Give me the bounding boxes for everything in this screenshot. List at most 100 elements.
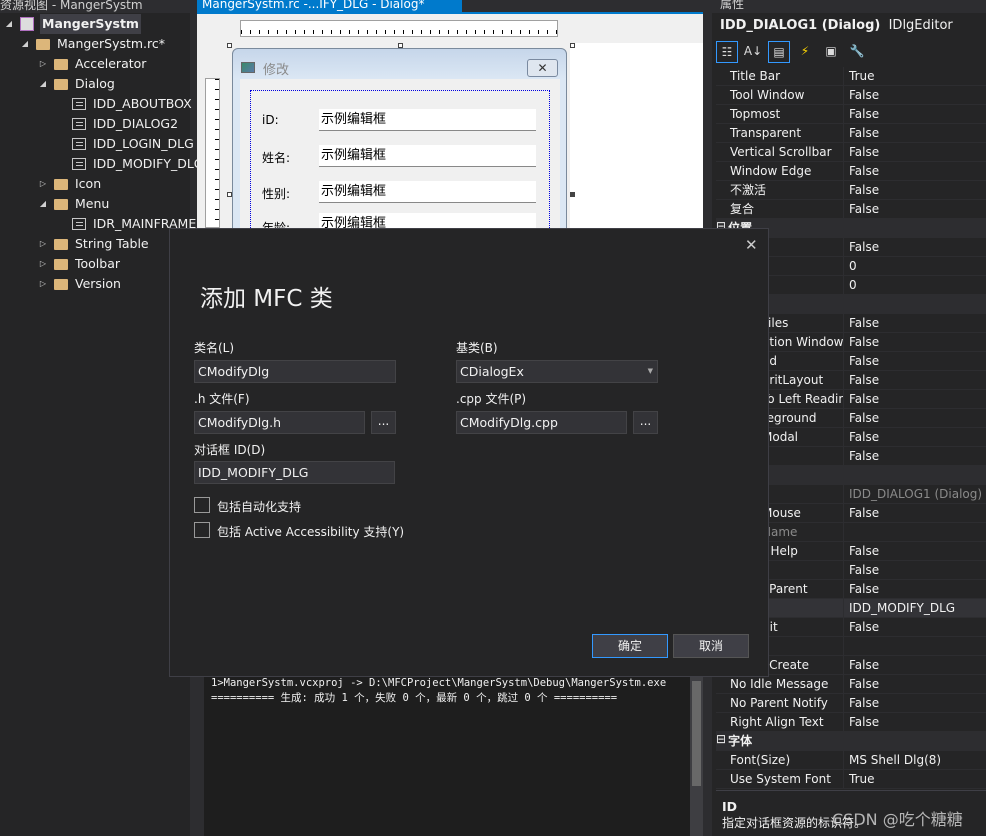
h-file-input[interactable]: CModifyDlg.h (194, 411, 365, 434)
property-value[interactable]: False (844, 124, 986, 142)
property-section[interactable]: ⊟ 字体 (716, 732, 986, 751)
property-value[interactable]: False (844, 694, 986, 712)
scrollbar-thumb[interactable] (692, 681, 701, 786)
h-file-browse-button[interactable]: ... (371, 411, 396, 434)
property-row[interactable]: Tool Window False (716, 86, 986, 105)
property-value[interactable]: True (844, 770, 986, 788)
preview-edit[interactable]: 示例编辑框 (319, 109, 536, 131)
tree-item[interactable]: ▷ String Table (38, 234, 149, 254)
property-value[interactable] (844, 637, 986, 655)
tree-item[interactable]: ◢ MangerSystm (4, 14, 141, 34)
property-value[interactable] (844, 523, 986, 541)
tree-item[interactable]: ◢ Menu (38, 194, 109, 214)
property-row[interactable]: Font(Size) MS Shell Dlg(8) (716, 751, 986, 770)
property-value[interactable]: False (844, 238, 986, 256)
property-value[interactable]: False (844, 580, 986, 598)
property-row[interactable]: Title Bar True (716, 67, 986, 86)
preview-label[interactable]: 性别: (262, 185, 290, 202)
tree-item[interactable]: ▷ Version (38, 274, 121, 294)
property-row[interactable]: 复合 False (716, 200, 986, 219)
property-value[interactable]: False (844, 409, 986, 427)
base-class-select[interactable]: CDialogEx ▼ (456, 360, 658, 383)
tree-item[interactable]: ▷ Accelerator (38, 54, 147, 74)
property-row[interactable]: 不激活 False (716, 181, 986, 200)
property-row[interactable]: Window Edge False (716, 162, 986, 181)
expand-icon[interactable]: ▷ (38, 174, 48, 194)
tree-item[interactable]: ▷ Toolbar (38, 254, 120, 274)
expand-icon[interactable]: ▷ (38, 54, 48, 74)
property-value[interactable]: False (844, 561, 986, 579)
property-value[interactable]: False (844, 200, 986, 218)
property-value[interactable]: IDD_MODIFY_DLG (844, 599, 986, 617)
property-value[interactable]: MS Shell Dlg(8) (844, 751, 986, 769)
resize-handle[interactable] (570, 43, 575, 48)
property-value[interactable]: False (844, 105, 986, 123)
tree-item[interactable]: IDD_DIALOG2 (56, 114, 178, 134)
property-value[interactable]: False (844, 618, 986, 636)
resize-handle[interactable] (570, 192, 575, 197)
property-value[interactable]: False (844, 390, 986, 408)
property-value[interactable]: 0 (844, 276, 986, 294)
collapse-icon[interactable]: ◢ (38, 74, 48, 94)
automation-checkbox[interactable] (194, 497, 210, 513)
property-value[interactable]: False (844, 371, 986, 389)
tree-item[interactable]: ◢ MangerSystm.rc* (20, 34, 165, 54)
dialog-preview[interactable]: 修改 ✕ iD: 示例编辑框 姓名: 示例编辑框 性别: 示例编辑框 年龄: 示… (232, 48, 567, 260)
property-row[interactable]: Vertical Scrollbar False (716, 143, 986, 162)
collapse-icon[interactable]: ⊟ (716, 732, 726, 750)
resize-handle[interactable] (227, 43, 232, 48)
property-value[interactable]: True (844, 67, 986, 85)
collapse-icon[interactable]: ◢ (4, 14, 14, 34)
horizontal-ruler[interactable] (240, 20, 558, 37)
property-pages-icon[interactable]: 🔧 (846, 41, 868, 63)
property-row[interactable]: Topmost False (716, 105, 986, 124)
expand-icon[interactable]: ▷ (38, 254, 48, 274)
property-value[interactable]: False (844, 504, 986, 522)
property-value[interactable]: 0 (844, 257, 986, 275)
property-row[interactable]: Use System Font True (716, 770, 986, 789)
tree-item[interactable]: IDD_LOGIN_DLG (56, 134, 194, 154)
property-value[interactable]: False (844, 162, 986, 180)
tree-item[interactable]: IDD_MODIFY_DLG (56, 154, 203, 174)
expand-icon[interactable]: ▷ (38, 234, 48, 254)
property-row[interactable]: Right Align Text False (716, 713, 986, 732)
alphabetical-icon[interactable]: A↓ (742, 41, 764, 63)
accessibility-checkbox[interactable] (194, 522, 210, 538)
property-row[interactable]: No Parent Notify False (716, 694, 986, 713)
tree-item[interactable]: ◢ Dialog (38, 74, 115, 94)
property-value[interactable]: False (844, 143, 986, 161)
tree-item[interactable]: IDD_ABOUTBOX (56, 94, 192, 114)
properties-icon[interactable]: ▤ (768, 41, 790, 63)
property-value[interactable]: False (844, 181, 986, 199)
categorized-icon[interactable]: ☷ (716, 41, 738, 63)
vertical-ruler[interactable] (205, 78, 220, 228)
output-scrollbar[interactable] (690, 677, 703, 836)
property-value[interactable]: IDD_DIALOG1 (Dialog) (844, 485, 986, 503)
editor-tab[interactable]: MangerSystm.rc -...IFY_DLG - Dialog* (197, 0, 462, 12)
collapse-icon[interactable]: ◢ (38, 194, 48, 214)
dialog-id-input[interactable]: IDD_MODIFY_DLG (194, 461, 395, 484)
cpp-file-input[interactable]: CModifyDlg.cpp (456, 411, 627, 434)
property-row[interactable]: Transparent False (716, 124, 986, 143)
close-icon[interactable]: ✕ (745, 236, 758, 254)
property-value[interactable]: False (844, 656, 986, 674)
preview-edit[interactable]: 示例编辑框 (319, 145, 536, 167)
cpp-file-browse-button[interactable]: ... (633, 411, 658, 434)
property-value[interactable]: False (844, 86, 986, 104)
property-value[interactable]: False (844, 713, 986, 731)
preview-edit[interactable]: 示例编辑框 (319, 181, 536, 203)
expand-icon[interactable]: ▷ (38, 274, 48, 294)
messages-icon[interactable]: ▣ (820, 41, 842, 63)
events-icon[interactable]: ⚡ (794, 41, 816, 63)
collapse-icon[interactable]: ◢ (20, 34, 30, 54)
ok-button[interactable]: 确定 (592, 634, 668, 658)
property-value[interactable]: False (844, 428, 986, 446)
property-value[interactable]: False (844, 314, 986, 332)
object-selector[interactable]: IDD_DIALOG1 (Dialog) IDlgEditor (720, 18, 953, 33)
property-row[interactable]: No Idle Message False (716, 675, 986, 694)
property-value[interactable]: False (844, 333, 986, 351)
class-name-input[interactable]: CModifyDlg (194, 360, 396, 383)
tree-item[interactable]: ▷ Icon (38, 174, 101, 194)
property-value[interactable]: False (844, 675, 986, 693)
property-value[interactable]: False (844, 542, 986, 560)
